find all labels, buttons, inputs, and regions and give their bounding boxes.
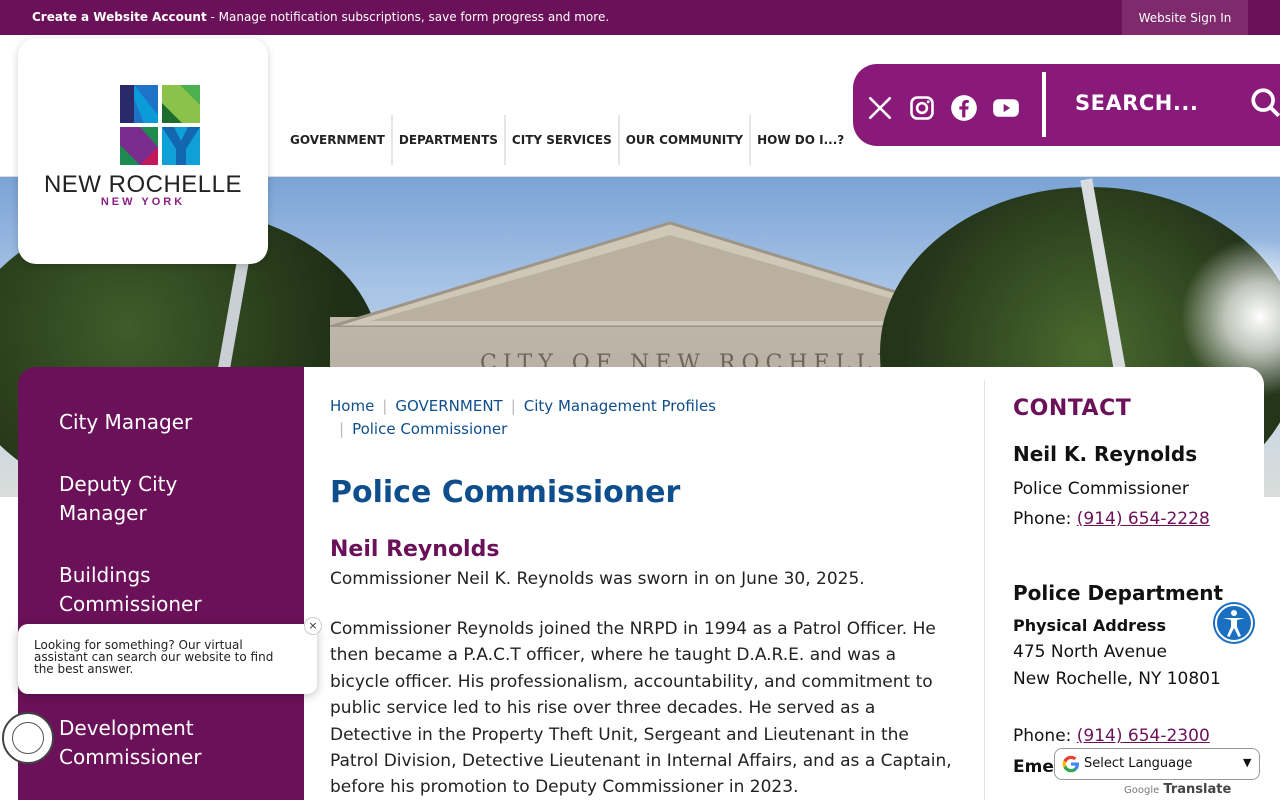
top-bar: Create a Website Account - Manage notifi… [0, 0, 1280, 35]
chevron-down-icon: ▼ [1243, 756, 1252, 769]
sidebar-item-city-manager[interactable]: City Manager [59, 408, 239, 437]
address-line-1: 475 North Avenue [1013, 642, 1167, 662]
nav-item-government[interactable]: GOVERNMENT [284, 115, 393, 165]
city-logo[interactable]: NEW ROCHELLE NEW YORK [18, 38, 268, 264]
virtual-assistant-bubble[interactable]: Looking for something? Our virtual assis… [18, 624, 317, 694]
google-g-icon [1062, 755, 1079, 773]
contact-phone-row: Phone: (914) 654-2228 [1013, 509, 1210, 529]
city-seal-icon [12, 722, 44, 754]
contact-phone-link[interactable]: (914) 654-2228 [1077, 509, 1210, 529]
department-phone-row: Phone: (914) 654-2300 [1013, 726, 1210, 746]
department-name: Police Department [1013, 581, 1224, 605]
logo-state-name: NEW YORK [100, 196, 186, 208]
breadcrumb-home[interactable]: Home [330, 397, 374, 415]
address-line-2: New Rochelle, NY 10801 [1013, 669, 1221, 689]
breadcrumb-city-management-profiles[interactable]: City Management Profiles [524, 397, 716, 415]
search-divider [1042, 72, 1046, 137]
accessibility-icon[interactable] [1212, 601, 1256, 645]
breadcrumb-separator: | [510, 397, 516, 415]
contact-phone-label: Phone: [1013, 509, 1077, 529]
create-account-message[interactable]: Create a Website Account - Manage notifi… [32, 10, 609, 24]
nrny-logo-mark [120, 85, 200, 165]
nav-item-departments[interactable]: DEPARTMENTS [393, 115, 506, 165]
city-seal-chat-launcher[interactable] [2, 712, 54, 764]
breadcrumb-separator: | [382, 397, 388, 415]
sidebar-nav: City Manager Deputy City Manager Buildin… [18, 367, 304, 800]
sidebar-item-deputy-city-manager[interactable]: Deputy City Manager [59, 470, 239, 528]
nav-item-our-community[interactable]: OUR COMMUNITY [620, 115, 752, 165]
translate-wordmark: Translate [1163, 782, 1232, 797]
powered-by-google-translate: Google Translate [1124, 782, 1231, 797]
contact-name: Neil K. Reynolds [1013, 442, 1198, 466]
breadcrumb-police-commissioner[interactable]: Police Commissioner [352, 420, 507, 438]
breadcrumb-government[interactable]: GOVERNMENT [395, 397, 502, 415]
sidebar-item-buildings-commissioner[interactable]: Buildings Commissioner [59, 561, 239, 619]
create-account-link[interactable]: Create a Website Account [32, 10, 207, 24]
contact-heading: CONTACT [1013, 396, 1132, 421]
virtual-assistant-message: Looking for something? Our virtual assis… [34, 638, 274, 676]
youtube-icon[interactable] [992, 94, 1020, 122]
profile-name-heading: Neil Reynolds [330, 537, 500, 562]
main-nav: GOVERNMENT DEPARTMENTS CITY SERVICES OUR… [284, 115, 850, 165]
language-select[interactable]: Select Language ▼ [1054, 748, 1260, 780]
language-select-label: Select Language [1084, 756, 1193, 771]
physical-address-heading: Physical Address [1013, 616, 1166, 635]
search-input[interactable]: SEARCH... [1075, 91, 1198, 115]
search-icon[interactable] [1249, 86, 1280, 120]
profile-intro-text: Commissioner Neil K. Reynolds was sworn … [330, 569, 865, 589]
google-wordmark: Google [1124, 785, 1160, 796]
profile-bio-text: Commissioner Reynolds joined the NRPD in… [330, 619, 952, 798]
department-phone-label: Phone: [1013, 726, 1077, 746]
chat-close-icon[interactable]: × [304, 617, 322, 635]
breadcrumb-separator: | [339, 420, 345, 438]
nav-item-city-services[interactable]: CITY SERVICES [506, 115, 620, 165]
social-search-bar: SEARCH... [853, 64, 1280, 146]
contact-role: Police Commissioner [1013, 479, 1189, 499]
instagram-icon[interactable] [908, 94, 936, 122]
website-sign-in-button[interactable]: Website Sign In [1122, 0, 1248, 35]
page-title: Police Commissioner [330, 475, 681, 510]
nav-item-how-do-i[interactable]: HOW DO I...? [751, 115, 850, 165]
logo-city-name: NEW ROCHELLE [43, 171, 243, 198]
department-phone-link[interactable]: (914) 654-2300 [1077, 726, 1210, 746]
breadcrumb: Home | GOVERNMENT | City Management Profiles… [330, 395, 716, 441]
facebook-icon[interactable] [950, 94, 978, 122]
contact-panel: CONTACT Neil K. Reynolds Police Commissi… [984, 380, 1254, 800]
sidebar-item-development-commissioner[interactable]: Development Commissioner [59, 714, 239, 772]
x-icon[interactable] [866, 94, 894, 122]
create-account-description: - Manage notification subscriptions, sav… [206, 10, 610, 24]
